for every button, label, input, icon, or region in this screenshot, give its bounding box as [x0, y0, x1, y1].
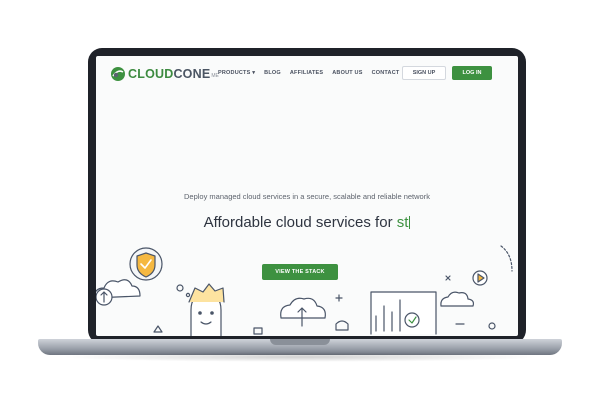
menu-item-products[interactable]: PRODUCTS ▾: [218, 70, 255, 76]
chevron-down-icon: ▾: [252, 70, 256, 76]
dashboard-icon: [370, 291, 437, 335]
shield-check-icon: [129, 247, 163, 281]
top-nav: CLOUDCONE ME PRODUCTS ▾ BLOG AFFILIATES …: [96, 56, 518, 92]
headline-typed-text: st: [396, 214, 409, 231]
view-stack-button[interactable]: VIEW THE STACK: [262, 264, 338, 280]
logo-text: CLOUDCONE: [128, 67, 210, 81]
laptop-notch: [270, 339, 330, 345]
hero-headline: Affordable cloud services for st: [96, 214, 518, 231]
laptop-shadow: [60, 352, 540, 362]
logo[interactable]: CLOUDCONE ME: [110, 66, 219, 82]
log-in-button[interactable]: LOG IN: [452, 66, 492, 80]
sign-up-button[interactable]: SIGN UP: [402, 66, 446, 80]
cloud-upload-icon: [280, 297, 326, 327]
play-icon: [472, 270, 488, 286]
logo-part-cloud: CLOUD: [128, 67, 174, 81]
logo-part-cone: CONE: [173, 67, 211, 81]
menu-item-products-label: PRODUCTS: [218, 70, 251, 76]
logo-mark-icon: [111, 67, 125, 81]
screen: CLOUDCONE ME PRODUCTS ▾ BLOG AFFILIATES …: [96, 56, 518, 336]
menu-item-blog[interactable]: BLOG: [264, 70, 281, 76]
cloud-upload-icon: [96, 279, 141, 306]
headline-static: Affordable cloud services for: [203, 214, 397, 231]
hero-tagline: Deploy managed cloud services in a secur…: [184, 192, 430, 201]
typing-caret: [409, 216, 411, 229]
menu-item-contact[interactable]: CONTACT: [372, 70, 400, 76]
person-icon: [188, 283, 225, 336]
menu-item-about-us[interactable]: ABOUT US: [332, 70, 362, 76]
menu-item-affiliates[interactable]: AFFILIATES: [290, 70, 323, 76]
main-menu: PRODUCTS ▾ BLOG AFFILIATES ABOUT US CONT…: [218, 70, 399, 76]
hero-illustration: [96, 245, 513, 336]
